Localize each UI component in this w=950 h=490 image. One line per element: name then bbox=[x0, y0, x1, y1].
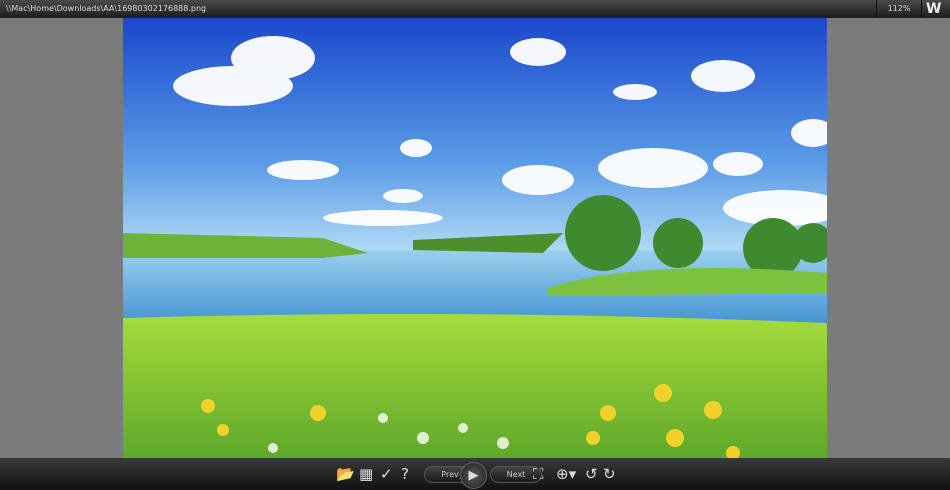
play-icon[interactable]: ▶ bbox=[460, 462, 487, 489]
rotate-right-icon[interactable]: ↻ bbox=[603, 464, 616, 484]
rotate-left-icon[interactable]: ↺ bbox=[585, 464, 598, 484]
fit-screen-icon[interactable]: ⛶ bbox=[533, 464, 544, 484]
image-stage bbox=[0, 18, 950, 458]
app-logo[interactable]: W bbox=[926, 0, 941, 18]
open-folder-icon[interactable]: 📂 bbox=[336, 464, 355, 484]
bottom-toolbar: 📂 ▦ ✓ ? Prev ▶ Next ⛶ ⊕▾ ↺ ↻ bbox=[0, 458, 950, 490]
help-icon[interactable]: ? bbox=[401, 464, 409, 484]
zoom-menu-icon[interactable]: ⊕▾ bbox=[556, 464, 576, 484]
save-icon[interactable]: ▦ bbox=[359, 464, 373, 484]
title-bar: \\Mac\Home\Downloads\AA\16980302176888.p… bbox=[0, 0, 950, 18]
check-icon[interactable]: ✓ bbox=[380, 464, 393, 484]
zoom-level: 112% bbox=[876, 0, 922, 18]
file-path: \\Mac\Home\Downloads\AA\16980302176888.p… bbox=[6, 4, 207, 13]
landscape-image bbox=[123, 18, 827, 458]
